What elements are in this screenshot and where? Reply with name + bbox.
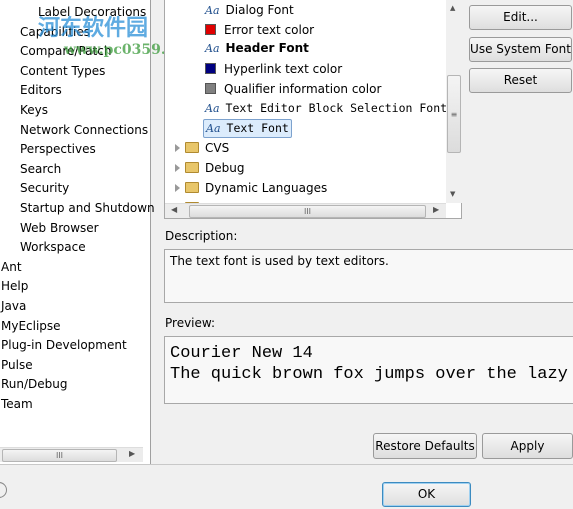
scroll-left-icon[interactable]: ◀ [171, 205, 177, 214]
tree-item[interactable]: MyEclipse [1, 318, 61, 334]
expand-arrow-icon[interactable] [175, 144, 180, 152]
tree-item[interactable]: Security [20, 180, 69, 196]
edit-button[interactable]: Edit... [469, 5, 572, 30]
tree-item[interactable]: Perspectives [20, 141, 96, 157]
tree-item[interactable]: Java [1, 298, 26, 314]
tree-item[interactable]: Web Browser [20, 220, 99, 236]
color-swatch-icon [205, 83, 216, 94]
scroll-down-icon[interactable]: ▼ [450, 190, 455, 198]
scroll-up-icon[interactable]: ▲ [450, 4, 455, 12]
ok-button[interactable]: OK [382, 482, 471, 507]
tree-item[interactable]: Ant [1, 259, 22, 275]
help-icon[interactable] [0, 482, 7, 498]
font-icon: Aa [205, 4, 220, 17]
preview-line-1: Courier New 14 [170, 344, 313, 363]
tree-item[interactable]: Plug-in Development [1, 337, 127, 353]
scroll-right-icon[interactable]: ▶ [129, 449, 135, 458]
reset-button[interactable]: Reset [469, 68, 572, 93]
tree-item[interactable]: Run/Debug [1, 376, 68, 392]
font-tree-item-label: Header Font [225, 41, 309, 55]
preview-box: Courier New 14 The quick brown fox jumps… [164, 336, 573, 404]
tree-item[interactable]: Pulse [1, 357, 33, 373]
separator [0, 464, 573, 465]
tree-item[interactable]: Startup and Shutdown [20, 200, 155, 216]
vertical-scrollbar[interactable]: ▲ ≡ ▼ [446, 0, 462, 203]
font-tree-item[interactable]: Aa Header Font [205, 40, 309, 57]
tree-item[interactable]: Capabilities [20, 24, 90, 40]
tree-item[interactable]: Keys [20, 102, 48, 118]
preview-label: Preview: [165, 316, 216, 330]
font-icon: Aa [205, 102, 220, 115]
font-tree-item-label: Error text color [224, 23, 315, 37]
font-tree-item-label: Text Font [226, 121, 289, 135]
expand-arrow-icon[interactable] [175, 164, 180, 172]
font-icon: Aa [205, 42, 220, 55]
scrollbar-thumb[interactable]: III [189, 205, 426, 218]
font-tree-item-label: Hyperlink text color [224, 62, 343, 76]
font-tree-item[interactable]: Aa Text Editor Block Selection Font [205, 100, 447, 117]
restore-defaults-button[interactable]: Restore Defaults [373, 433, 477, 459]
preview-line-2: The quick brown fox jumps over the lazy … [170, 365, 573, 384]
folder-icon [185, 142, 199, 153]
font-tree-item[interactable]: Hyperlink text color [205, 61, 342, 77]
font-tree-item[interactable]: Aa Text Font [203, 119, 292, 138]
tree-item[interactable]: Label Decorations [38, 4, 146, 20]
folder-icon [185, 182, 199, 193]
horizontal-scrollbar[interactable]: ◀ III ▶ [165, 203, 446, 218]
tree-item[interactable]: Search [20, 161, 61, 177]
font-tree-item-label: Qualifier information color [224, 82, 382, 96]
color-swatch-icon [205, 24, 216, 35]
description-label: Description: [165, 229, 238, 243]
font-tree-item-label: Text Editor Block Selection Font [225, 101, 448, 115]
scroll-right-icon[interactable]: ▶ [433, 205, 439, 214]
font-tree-item[interactable]: Qualifier information color [205, 81, 381, 97]
description-box: The text font is used by text editors. [164, 249, 573, 303]
use-system-font-button[interactable]: Use System Font [469, 37, 572, 62]
font-tree-item[interactable]: Error text color [205, 22, 314, 38]
color-swatch-icon [205, 63, 216, 74]
tree-item[interactable]: Team [1, 396, 33, 412]
preference-tree: Label Decorations Capabilities Compare/Pat… [0, 0, 155, 464]
tree-item[interactable]: Workspace [20, 239, 86, 255]
font-icon: Aa [206, 122, 221, 135]
font-category[interactable]: Dynamic Languages [175, 180, 327, 196]
horizontal-scrollbar[interactable]: III ▶ [0, 447, 143, 462]
font-tree-item[interactable]: Aa Dialog Font [205, 2, 294, 19]
tree-item[interactable]: Editors [20, 82, 62, 98]
colors-fonts-tree: Aa Dialog Font Error text color Aa Header Fo… [164, 0, 462, 219]
tree-item[interactable]: Network Connections [20, 122, 148, 138]
font-category-label: CVS [205, 141, 230, 155]
scrollbar-thumb[interactable]: ≡ [447, 75, 461, 153]
folder-icon [185, 162, 199, 173]
font-category-label: Debug [205, 161, 245, 175]
description-text: The text font is used by text editors. [170, 254, 389, 268]
font-category[interactable]: Debug [175, 160, 244, 176]
expand-arrow-icon[interactable] [175, 184, 180, 192]
font-tree-item-label: Dialog Font [225, 3, 294, 17]
font-category[interactable]: CVS [175, 140, 229, 156]
font-category-label: Dynamic Languages [205, 181, 328, 195]
tree-item[interactable]: Compare/Patch [20, 43, 111, 59]
tree-item[interactable]: Help [1, 278, 28, 294]
tree-item[interactable]: Content Types [20, 63, 105, 79]
apply-button[interactable]: Apply [482, 433, 573, 459]
scrollbar-thumb[interactable]: III [2, 449, 117, 462]
